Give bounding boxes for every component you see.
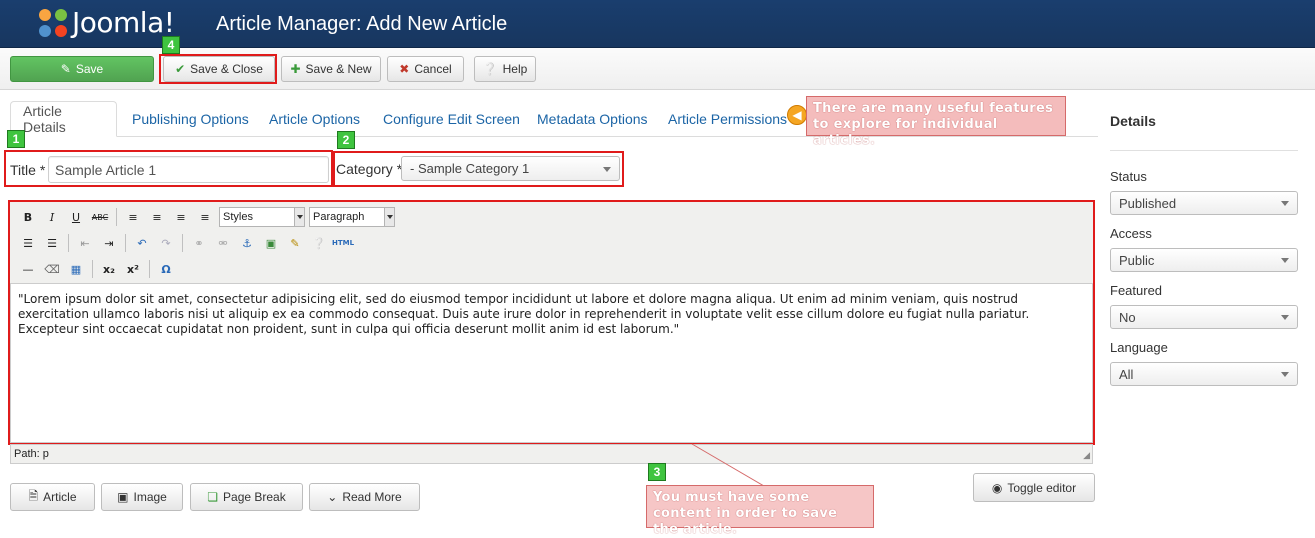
title-input[interactable]: Sample Article 1 <box>48 156 329 183</box>
edit-icon: ✎ <box>60 62 71 76</box>
page-break-label: Page Break <box>223 490 286 504</box>
save-button-label: Save <box>75 62 104 76</box>
cancel-button[interactable]: ✖ Cancel <box>387 56 464 82</box>
picture-icon: ▣ <box>117 490 129 504</box>
language-select[interactable]: All <box>1110 362 1298 386</box>
cancel-label: Cancel <box>414 62 452 76</box>
save-close-highlight <box>159 54 277 84</box>
annotation-badge-3: 3 <box>648 463 666 481</box>
category-select-value: - Sample Category 1 <box>410 161 530 176</box>
featured-select[interactable]: No <box>1110 305 1298 329</box>
callout-tabs: There are many useful features to explor… <box>806 96 1066 148</box>
title-label: Title * <box>10 162 46 178</box>
access-value: Public <box>1119 252 1155 268</box>
featured-label: Featured <box>1110 283 1163 298</box>
save-new-label: Save & New <box>305 62 372 76</box>
copy-icon: ❏ <box>207 490 219 504</box>
chevron-down-icon <box>1281 372 1289 377</box>
category-select[interactable]: - Sample Category 1 <box>401 156 620 181</box>
chevron-down-icon <box>603 166 611 172</box>
editor-path-bar: Path: p ◢ <box>10 444 1093 464</box>
header-bar: Joomla! Article Manager: Add New Article <box>0 0 1315 48</box>
help-button[interactable]: ❔ Help <box>474 56 536 82</box>
logo-text: Joomla! <box>72 6 175 39</box>
language-label: Language <box>1110 340 1168 355</box>
chevron-down-icon <box>1281 201 1289 206</box>
language-value: All <box>1119 366 1134 382</box>
question-icon: ❔ <box>482 62 498 76</box>
toggle-editor-label: Toggle editor <box>1007 480 1077 495</box>
category-label: Category * <box>336 161 403 177</box>
tab-metadata-options[interactable]: Metadata Options <box>525 101 660 137</box>
chevron-down-icon: ⌄ <box>327 490 338 504</box>
editor-path: Path: p <box>14 448 49 460</box>
annotation-badge-4: 4 <box>162 36 180 54</box>
access-label: Access <box>1110 226 1152 241</box>
tab-article-details[interactable]: Article Details <box>10 101 117 137</box>
tab-configure-edit-screen[interactable]: Configure Edit Screen <box>371 101 532 137</box>
status-value: Published <box>1119 195 1177 211</box>
read-more-button[interactable]: ⌄ Read More <box>309 483 420 511</box>
cancel-icon: ✖ <box>399 62 410 76</box>
tab-publishing-options[interactable]: Publishing Options <box>120 101 261 137</box>
status-select[interactable]: Published <box>1110 191 1298 215</box>
chevron-down-icon <box>1281 315 1289 320</box>
joomla-logo-icon <box>39 9 67 37</box>
resize-grip-icon[interactable]: ◢ <box>1083 450 1090 461</box>
chevron-down-icon <box>1281 258 1289 263</box>
insert-image-label: Image <box>133 490 167 504</box>
featured-value: No <box>1119 309 1136 325</box>
callout-connector <box>691 443 765 487</box>
plus-icon: ✚ <box>290 62 301 76</box>
insert-article-button[interactable]: 🗎 Article <box>10 483 95 511</box>
sidebar-heading: Details <box>1110 113 1156 129</box>
arrow-left-icon: ◀ <box>787 105 807 125</box>
status-label: Status <box>1110 169 1147 184</box>
insert-article-label: Article <box>43 490 77 504</box>
read-more-label: Read More <box>342 490 402 504</box>
save-new-button[interactable]: ✚ Save & New <box>281 56 381 82</box>
sidebar-divider <box>1110 150 1298 151</box>
editor-highlight <box>8 200 1095 445</box>
annotation-badge-2: 2 <box>337 131 355 149</box>
page-break-button[interactable]: ❏ Page Break <box>190 483 303 511</box>
tab-article-permissions[interactable]: Article Permissions <box>656 101 799 137</box>
save-button[interactable]: ✎ Save <box>10 56 154 82</box>
file-add-icon: 🗎 <box>28 488 39 503</box>
toggle-editor-button[interactable]: ◉ Toggle editor <box>973 473 1095 502</box>
callout-content: You must have some content in order to s… <box>646 485 874 537</box>
access-select[interactable]: Public <box>1110 248 1298 272</box>
help-label: Help <box>502 62 528 76</box>
eye-icon: ◉ <box>991 480 1003 495</box>
annotation-badge-1: 1 <box>7 130 25 148</box>
page-title: Article Manager: Add New Article <box>216 13 508 35</box>
insert-image-button[interactable]: ▣ Image <box>101 483 183 511</box>
